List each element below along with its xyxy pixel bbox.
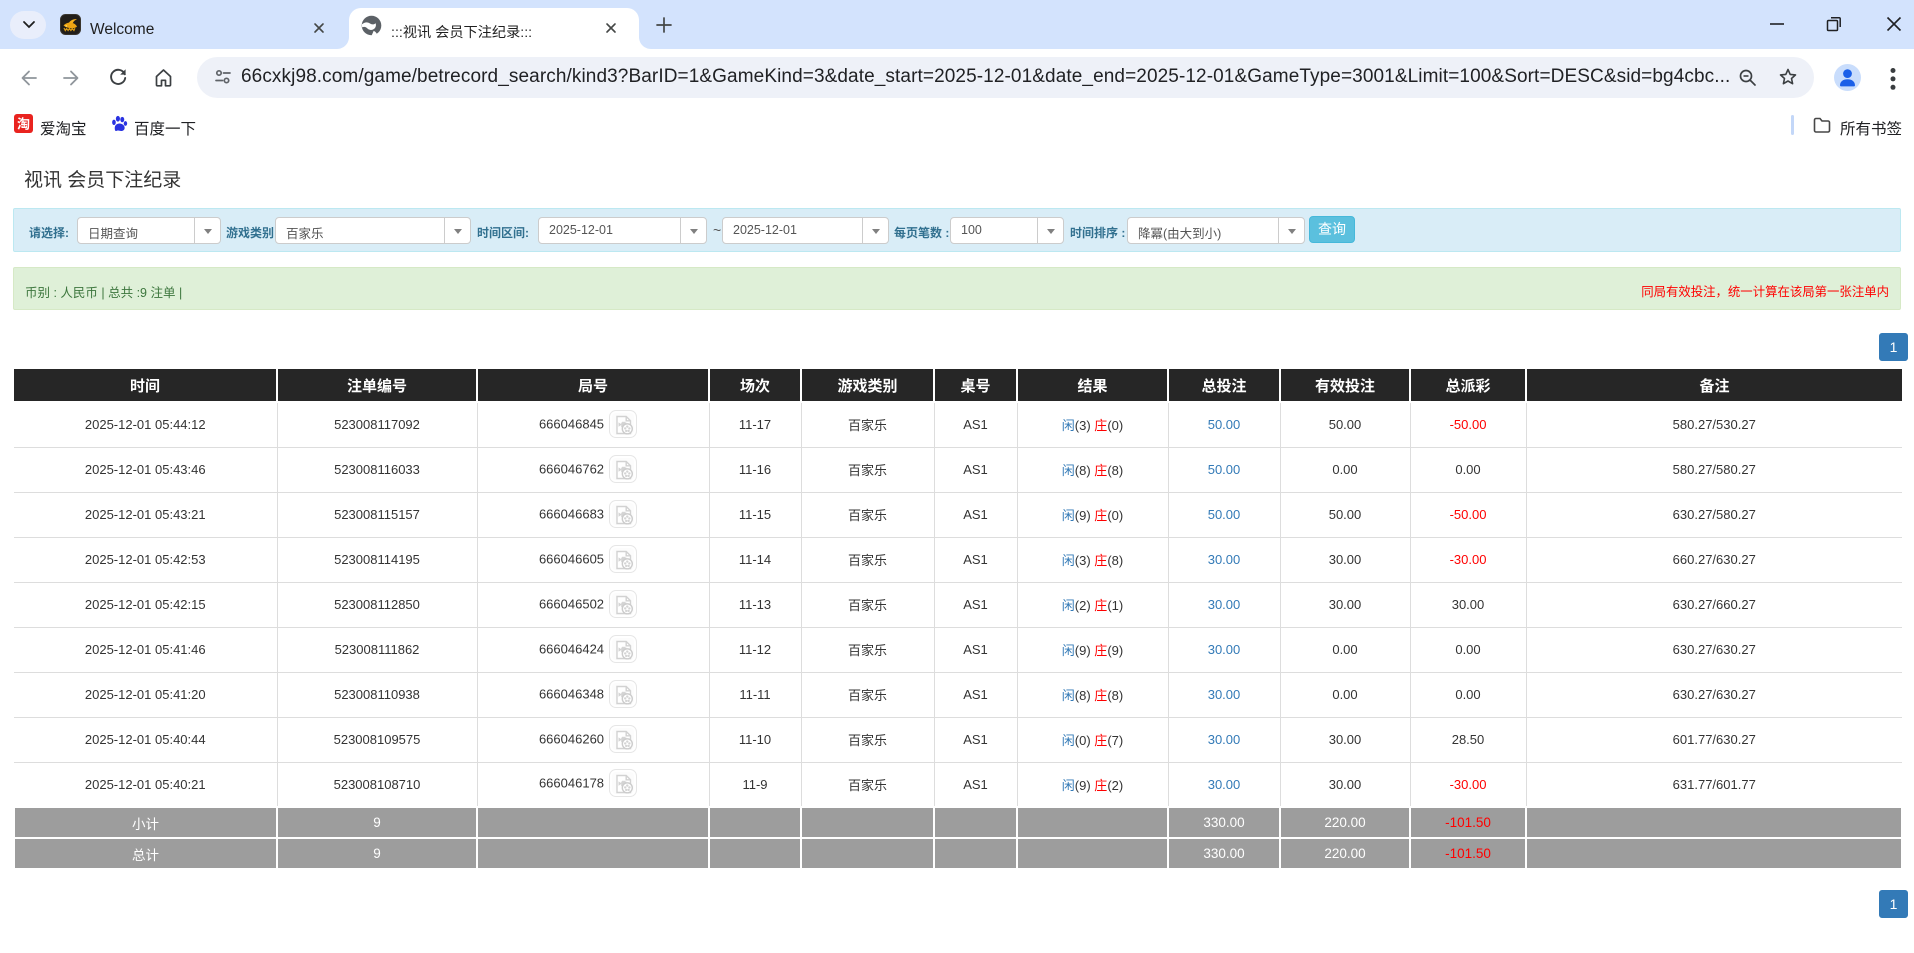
svg-text:淘: 淘 — [17, 114, 30, 133]
